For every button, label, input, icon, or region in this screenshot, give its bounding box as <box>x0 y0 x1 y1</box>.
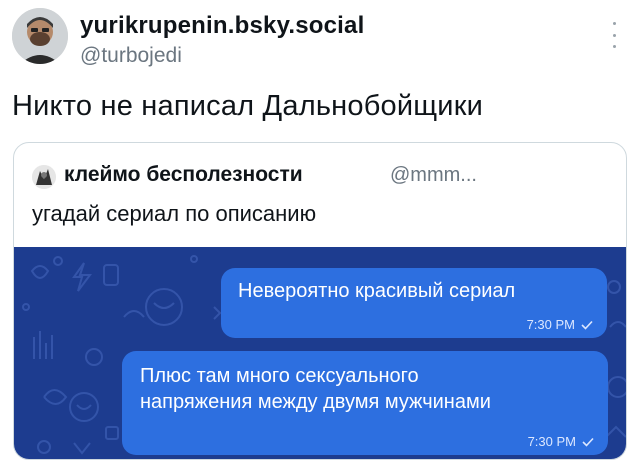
post-text: Никто не написал Дальнобойщики <box>12 90 483 122</box>
quoted-post-text: угадай сериал по описанию <box>32 201 317 226</box>
chat-message-meta: 7:30 PM <box>527 317 593 332</box>
quoted-post[interactable]: клеймо бесполезности @mmm... угадай сери… <box>13 142 627 460</box>
chat-message-bubble: Невероятно красивый сериал 7:30 PM <box>221 268 607 338</box>
chat-message-text: Плюс там много сексуального напряжения м… <box>140 365 491 413</box>
quoted-author-name: клеймо бесполезности <box>64 163 303 186</box>
quoted-author-handle: @mmm... <box>390 164 477 186</box>
chat-screenshot-image[interactable]: Невероятно красивый сериал 7:30 PM Плюс … <box>14 247 626 459</box>
single-check-icon <box>581 320 593 330</box>
author-avatar[interactable] <box>12 8 68 64</box>
chat-message-bubble: Плюс там много сексуального напряжения м… <box>122 351 608 455</box>
more-vertical-icon[interactable] <box>610 22 618 48</box>
chat-message-time: 7:30 PM <box>526 317 575 332</box>
chat-message-meta: 7:30 PM <box>528 434 594 449</box>
chat-message-time: 7:30 PM <box>527 434 576 449</box>
post-card: yurikrupenin.bsky.social @turbojedi Никт… <box>0 0 640 469</box>
chat-message-text: Невероятно красивый сериал <box>238 280 516 302</box>
quoted-author-avatar <box>32 165 56 189</box>
author-handle[interactable]: @turbojedi <box>80 44 182 68</box>
author-display-name[interactable]: yurikrupenin.bsky.social <box>80 12 364 40</box>
single-check-icon <box>582 437 594 447</box>
